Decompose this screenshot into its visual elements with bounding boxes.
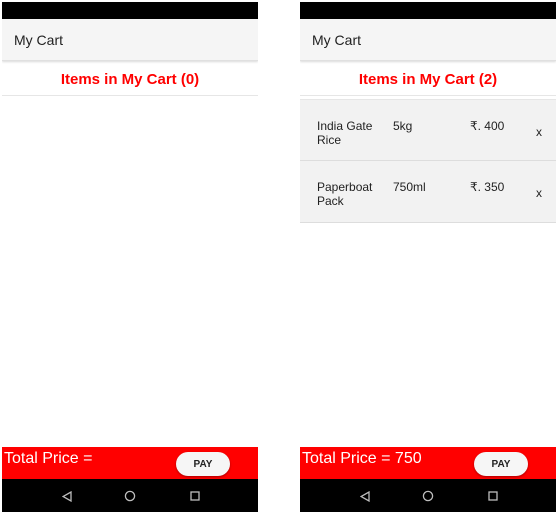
item-name: India Gate Rice	[317, 119, 373, 147]
recent-apps-icon[interactable]	[188, 489, 202, 503]
home-icon[interactable]	[123, 489, 137, 503]
back-icon[interactable]	[60, 489, 74, 503]
item-quantity: 5kg	[393, 119, 413, 133]
item-price: ₹. 350	[470, 180, 505, 194]
home-icon[interactable]	[421, 489, 435, 503]
cart-header: Items in My Cart (0)	[2, 63, 258, 96]
recent-apps-icon[interactable]	[486, 489, 500, 503]
filled-cart-screen: My Cart Items in My Cart (2) India Gate …	[300, 2, 556, 512]
total-price-label: Total Price = 750	[302, 450, 422, 467]
back-icon[interactable]	[358, 489, 372, 503]
remove-item-button[interactable]: x	[536, 186, 542, 200]
nav-bar	[300, 479, 556, 512]
pay-button[interactable]: PAY	[474, 452, 528, 476]
item-price: ₹. 400	[470, 119, 505, 133]
app-bar: My Cart	[300, 19, 556, 61]
total-price-label: Total Price =	[4, 450, 97, 467]
empty-cart-screen: My Cart Items in My Cart (0) Total Price…	[2, 2, 258, 512]
app-bar: My Cart	[2, 19, 258, 61]
cart-header: Items in My Cart (2)	[300, 63, 556, 96]
cart-items-count: Items in My Cart (2)	[358, 71, 498, 88]
item-name: Paperboat Pack	[317, 180, 373, 208]
remove-item-button[interactable]: x	[536, 125, 542, 139]
cart-item[interactable]: India Gate Rice 5kg ₹. 400 x	[300, 99, 556, 161]
app-title: My Cart	[14, 32, 63, 48]
status-bar	[300, 2, 556, 19]
status-bar	[2, 2, 258, 19]
item-quantity: 750ml	[393, 180, 426, 194]
total-bar: Total Price = 750 PAY	[300, 447, 556, 479]
total-bar: Total Price = PAY	[2, 447, 258, 479]
nav-bar	[2, 479, 258, 512]
app-title: My Cart	[312, 32, 361, 48]
cart-list: India Gate Rice 5kg ₹. 400 x Paperboat P…	[300, 99, 556, 223]
cart-item[interactable]: Paperboat Pack 750ml ₹. 350 x	[300, 161, 556, 223]
pay-button[interactable]: PAY	[176, 452, 230, 476]
cart-items-count: Items in My Cart (0)	[60, 71, 200, 88]
